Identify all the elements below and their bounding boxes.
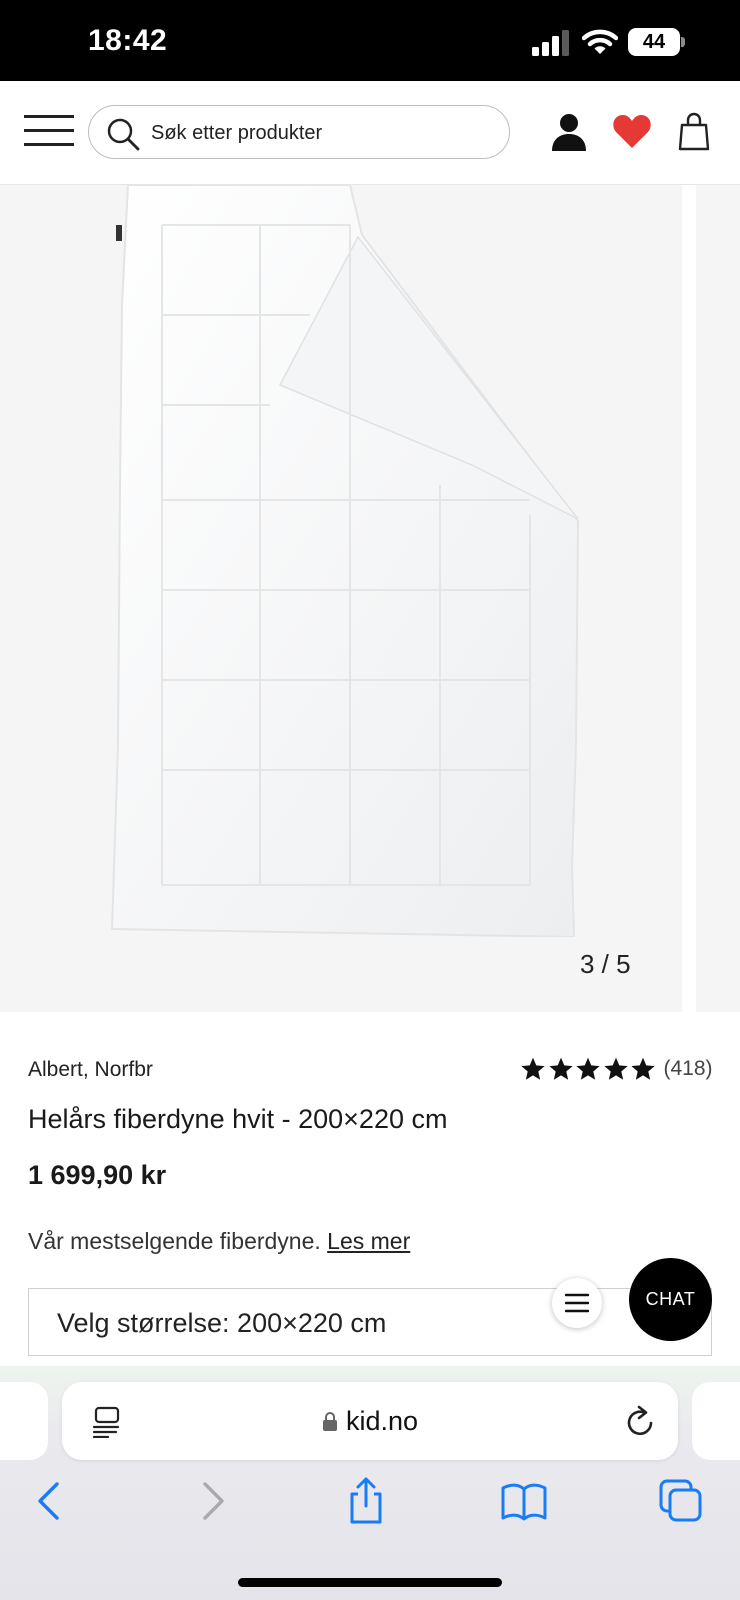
gallery-slide-current[interactable]: 3 / 5 [0,185,682,1012]
list-icon [565,1293,589,1313]
url-display[interactable]: kid.no [62,1406,678,1437]
list-button[interactable] [552,1278,602,1328]
star-icon [576,1057,600,1080]
star-icon [603,1057,628,1080]
browser-nav [0,1476,740,1546]
next-tab[interactable] [692,1382,740,1460]
lock-icon [322,1412,337,1431]
description-text: Vår mestselgende fiberdyne. [28,1228,321,1254]
star-icon [521,1057,545,1080]
bookmarks-icon[interactable] [499,1476,549,1526]
signal-icon [532,30,569,56]
rating-count: (418) [663,1057,713,1080]
star-icon [631,1057,655,1080]
gallery-counter: 3 / 5 [580,949,631,979]
product-description: Vår mestselgende fiberdyne. Les mer [28,1228,410,1255]
product-title: Helårs fiberdyne hvit - 200×220 cm [28,1104,448,1134]
previous-tab[interactable] [0,1382,48,1460]
forward-icon[interactable] [186,1476,236,1526]
home-indicator[interactable] [238,1578,502,1587]
browser-toolbar: kid.no [0,1366,740,1600]
battery-level: 44 [628,28,680,56]
site-header: Søk etter produkter [0,81,740,185]
user-icon[interactable] [550,113,588,153]
status-time: 18:42 [88,24,168,57]
duvet-image [110,185,580,937]
product-gallery[interactable]: 3 / 5 [0,185,740,1012]
heart-icon[interactable] [612,113,652,149]
search-placeholder: Søk etter produkter [151,122,323,144]
status-bar: 18:42 44 [0,0,740,81]
wifi-icon [582,29,618,54]
star-icon [548,1057,573,1080]
back-icon[interactable] [26,1476,76,1526]
product-rating[interactable]: (418) [520,1054,713,1084]
url-text: kid.no [345,1406,419,1436]
size-select-label: Velg størrelse: 200×220 cm [57,1308,387,1338]
size-select[interactable]: Velg størrelse: 200×220 cm [28,1288,712,1356]
product-price: 1 699,90 kr [28,1160,167,1190]
product-brand[interactable]: Albert, Norfbr [28,1058,153,1082]
hamburger-menu-icon[interactable] [24,113,74,149]
search-input[interactable]: Søk etter produkter [88,105,510,159]
chat-button[interactable]: CHAT [629,1258,712,1341]
shopping-bag-icon[interactable] [678,111,710,151]
address-bar[interactable]: kid.no [62,1382,678,1460]
gallery-slide-next[interactable] [696,185,740,1012]
read-more-link[interactable]: Les mer [327,1228,410,1254]
tabs-icon[interactable] [656,1476,706,1526]
battery-icon: 44 [628,28,686,56]
reload-icon[interactable] [624,1404,656,1438]
share-icon[interactable] [341,1476,391,1526]
search-icon [107,118,140,151]
